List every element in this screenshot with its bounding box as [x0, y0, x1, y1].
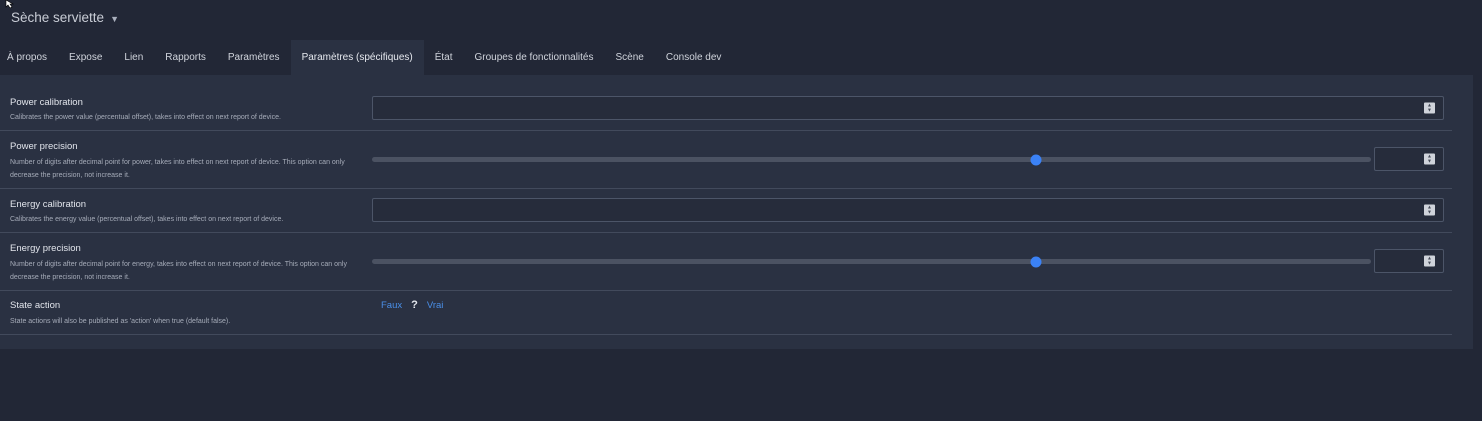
- setting-row-state-action: [0, 291, 1452, 335]
- tab-bar: À propos Expose Lien Rapports Paramètres…: [0, 40, 732, 75]
- energy-precision-description: Number of digits after decimal point for…: [10, 261, 347, 281]
- tab-a-propos[interactable]: À propos: [0, 40, 58, 75]
- state-action-label: State action: [10, 300, 61, 311]
- slider-handle[interactable]: [1030, 154, 1042, 165]
- state-action-unknown-option[interactable]: ?: [411, 299, 418, 311]
- tab-console-dev[interactable]: Console dev: [655, 40, 733, 75]
- tab-parametres[interactable]: Paramètres: [217, 40, 291, 75]
- energy-calibration-label: Energy calibration: [10, 199, 87, 210]
- power-precision-input[interactable]: ▲ ▼: [1374, 147, 1444, 171]
- tab-parametres-specifiques[interactable]: Paramètres (spécifiques): [290, 40, 424, 75]
- energy-precision-input[interactable]: ▲ ▼: [1374, 249, 1444, 273]
- power-calibration-input[interactable]: ▲ ▼: [372, 96, 1444, 120]
- power-calibration-description: Calibrates the power value (percentual o…: [10, 114, 281, 121]
- tab-scene[interactable]: Scène: [604, 40, 654, 75]
- mouse-cursor-icon: [5, 0, 15, 8]
- tab-groupes-fonctionnalites[interactable]: Groupes de fonctionnalités: [464, 40, 605, 75]
- energy-calibration-description: Calibrates the energy value (percentual …: [10, 216, 284, 223]
- tab-rapports[interactable]: Rapports: [154, 40, 217, 75]
- power-precision-label: Power precision: [10, 141, 78, 152]
- slider-handle[interactable]: [1030, 256, 1042, 267]
- state-action-true-option[interactable]: Vrai: [427, 300, 444, 311]
- chevron-down-icon: ▼: [110, 13, 119, 24]
- stepper-icon[interactable]: ▲ ▼: [1424, 102, 1435, 114]
- tab-etat[interactable]: État: [424, 40, 464, 75]
- device-name: Sèche serviette: [11, 10, 105, 25]
- power-precision-description: Number of digits after decimal point for…: [10, 159, 345, 179]
- state-action-toggle: Faux ? Vrai: [381, 299, 443, 311]
- stepper-icon[interactable]: ▲ ▼: [1424, 153, 1435, 165]
- stepper-icon[interactable]: ▲ ▼: [1424, 255, 1435, 267]
- tab-expose[interactable]: Expose: [58, 40, 113, 75]
- energy-precision-slider[interactable]: [372, 256, 1371, 267]
- stepper-icon[interactable]: ▲ ▼: [1424, 204, 1435, 216]
- state-action-description: State actions will also be published as …: [10, 318, 231, 325]
- power-calibration-label: Power calibration: [10, 97, 83, 108]
- power-precision-slider[interactable]: [372, 154, 1371, 165]
- energy-calibration-input[interactable]: ▲ ▼: [372, 198, 1444, 222]
- energy-precision-label: Energy precision: [10, 243, 81, 254]
- state-action-false-option[interactable]: Faux: [381, 300, 402, 311]
- tab-lien[interactable]: Lien: [113, 40, 154, 75]
- device-title[interactable]: Sèche serviette ▼: [11, 10, 119, 25]
